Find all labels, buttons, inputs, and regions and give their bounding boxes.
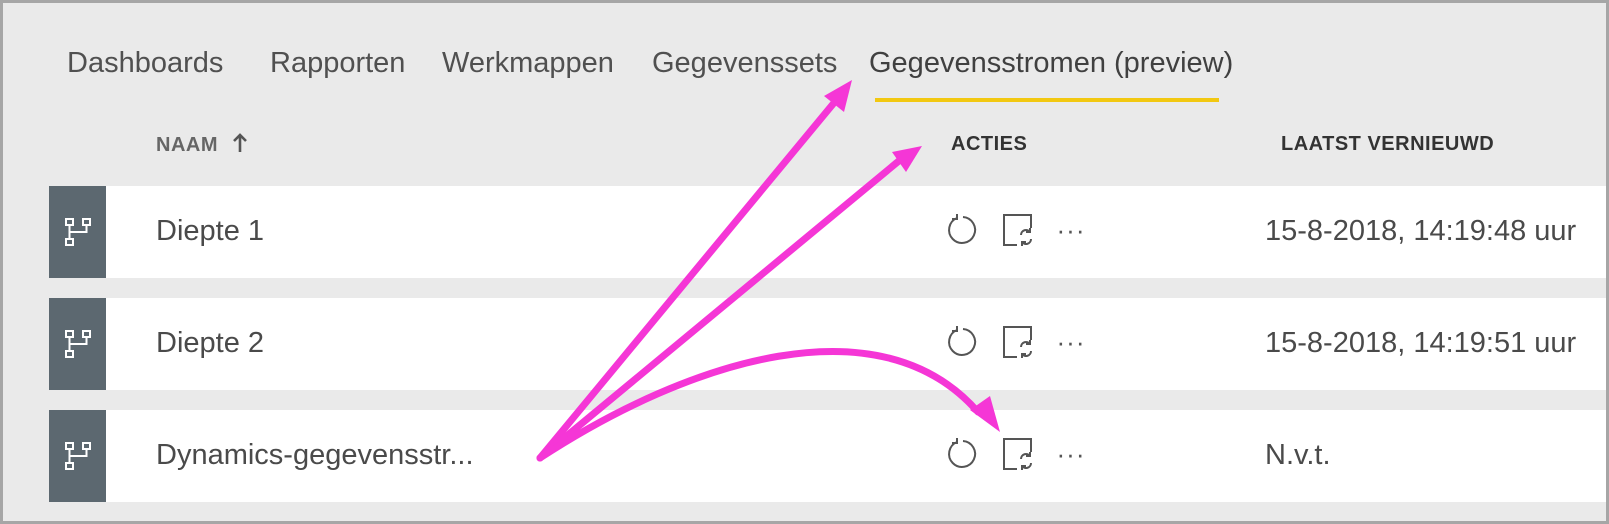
dataflows-workspace-panel: Dashboards Rapporten Werkmappen Gegevens… [0, 0, 1609, 524]
tab-datasets[interactable]: Gegevenssets [652, 47, 837, 80]
column-header-last-refreshed[interactable]: LAATST VERNIEUWD [1281, 133, 1494, 156]
active-tab-underline [875, 98, 1219, 102]
table-row[interactable]: Diepte 2 ··· 15-8-2018, 14:19:51 uur [49, 298, 1606, 390]
sort-ascending-icon[interactable] [232, 133, 248, 159]
schedule-refresh-icon[interactable] [1000, 436, 1036, 472]
schedule-refresh-icon[interactable] [1000, 324, 1036, 360]
dataflow-name[interactable]: Dynamics-gegevensstr... [156, 439, 474, 472]
column-header-actions: ACTIES [951, 133, 1028, 155]
dataflow-name[interactable]: Diepte 2 [156, 327, 264, 360]
more-options-icon[interactable]: ··· [1053, 436, 1089, 472]
refresh-icon[interactable] [945, 212, 981, 248]
column-header-name-label: NAAM [156, 134, 218, 156]
refresh-icon[interactable] [945, 436, 981, 472]
tab-workbooks[interactable]: Werkmappen [442, 47, 614, 80]
table-row[interactable]: Dynamics-gegevensstr... ··· N.v.t. [49, 410, 1606, 502]
dataflow-icon [49, 298, 106, 390]
tab-reports[interactable]: Rapporten [270, 47, 405, 80]
last-refreshed-value: N.v.t. [1265, 439, 1331, 471]
schedule-refresh-icon[interactable] [1000, 212, 1036, 248]
dataflow-icon [49, 410, 106, 502]
tab-dashboards[interactable]: Dashboards [67, 47, 223, 80]
dataflow-icon [49, 186, 106, 278]
more-options-icon[interactable]: ··· [1053, 324, 1089, 360]
tab-dataflows[interactable]: Gegevensstromen (preview) [869, 47, 1233, 80]
more-options-icon[interactable]: ··· [1053, 212, 1089, 248]
dataflow-name[interactable]: Diepte 1 [156, 215, 264, 248]
last-refreshed-value: 15-8-2018, 14:19:48 uur [1265, 215, 1577, 247]
column-header-name[interactable]: NAAM [156, 133, 248, 159]
refresh-icon[interactable] [945, 324, 981, 360]
table-row[interactable]: Diepte 1 ··· 15-8-2018, 14:19:48 uur [49, 186, 1606, 278]
last-refreshed-value: 15-8-2018, 14:19:51 uur [1265, 327, 1577, 359]
